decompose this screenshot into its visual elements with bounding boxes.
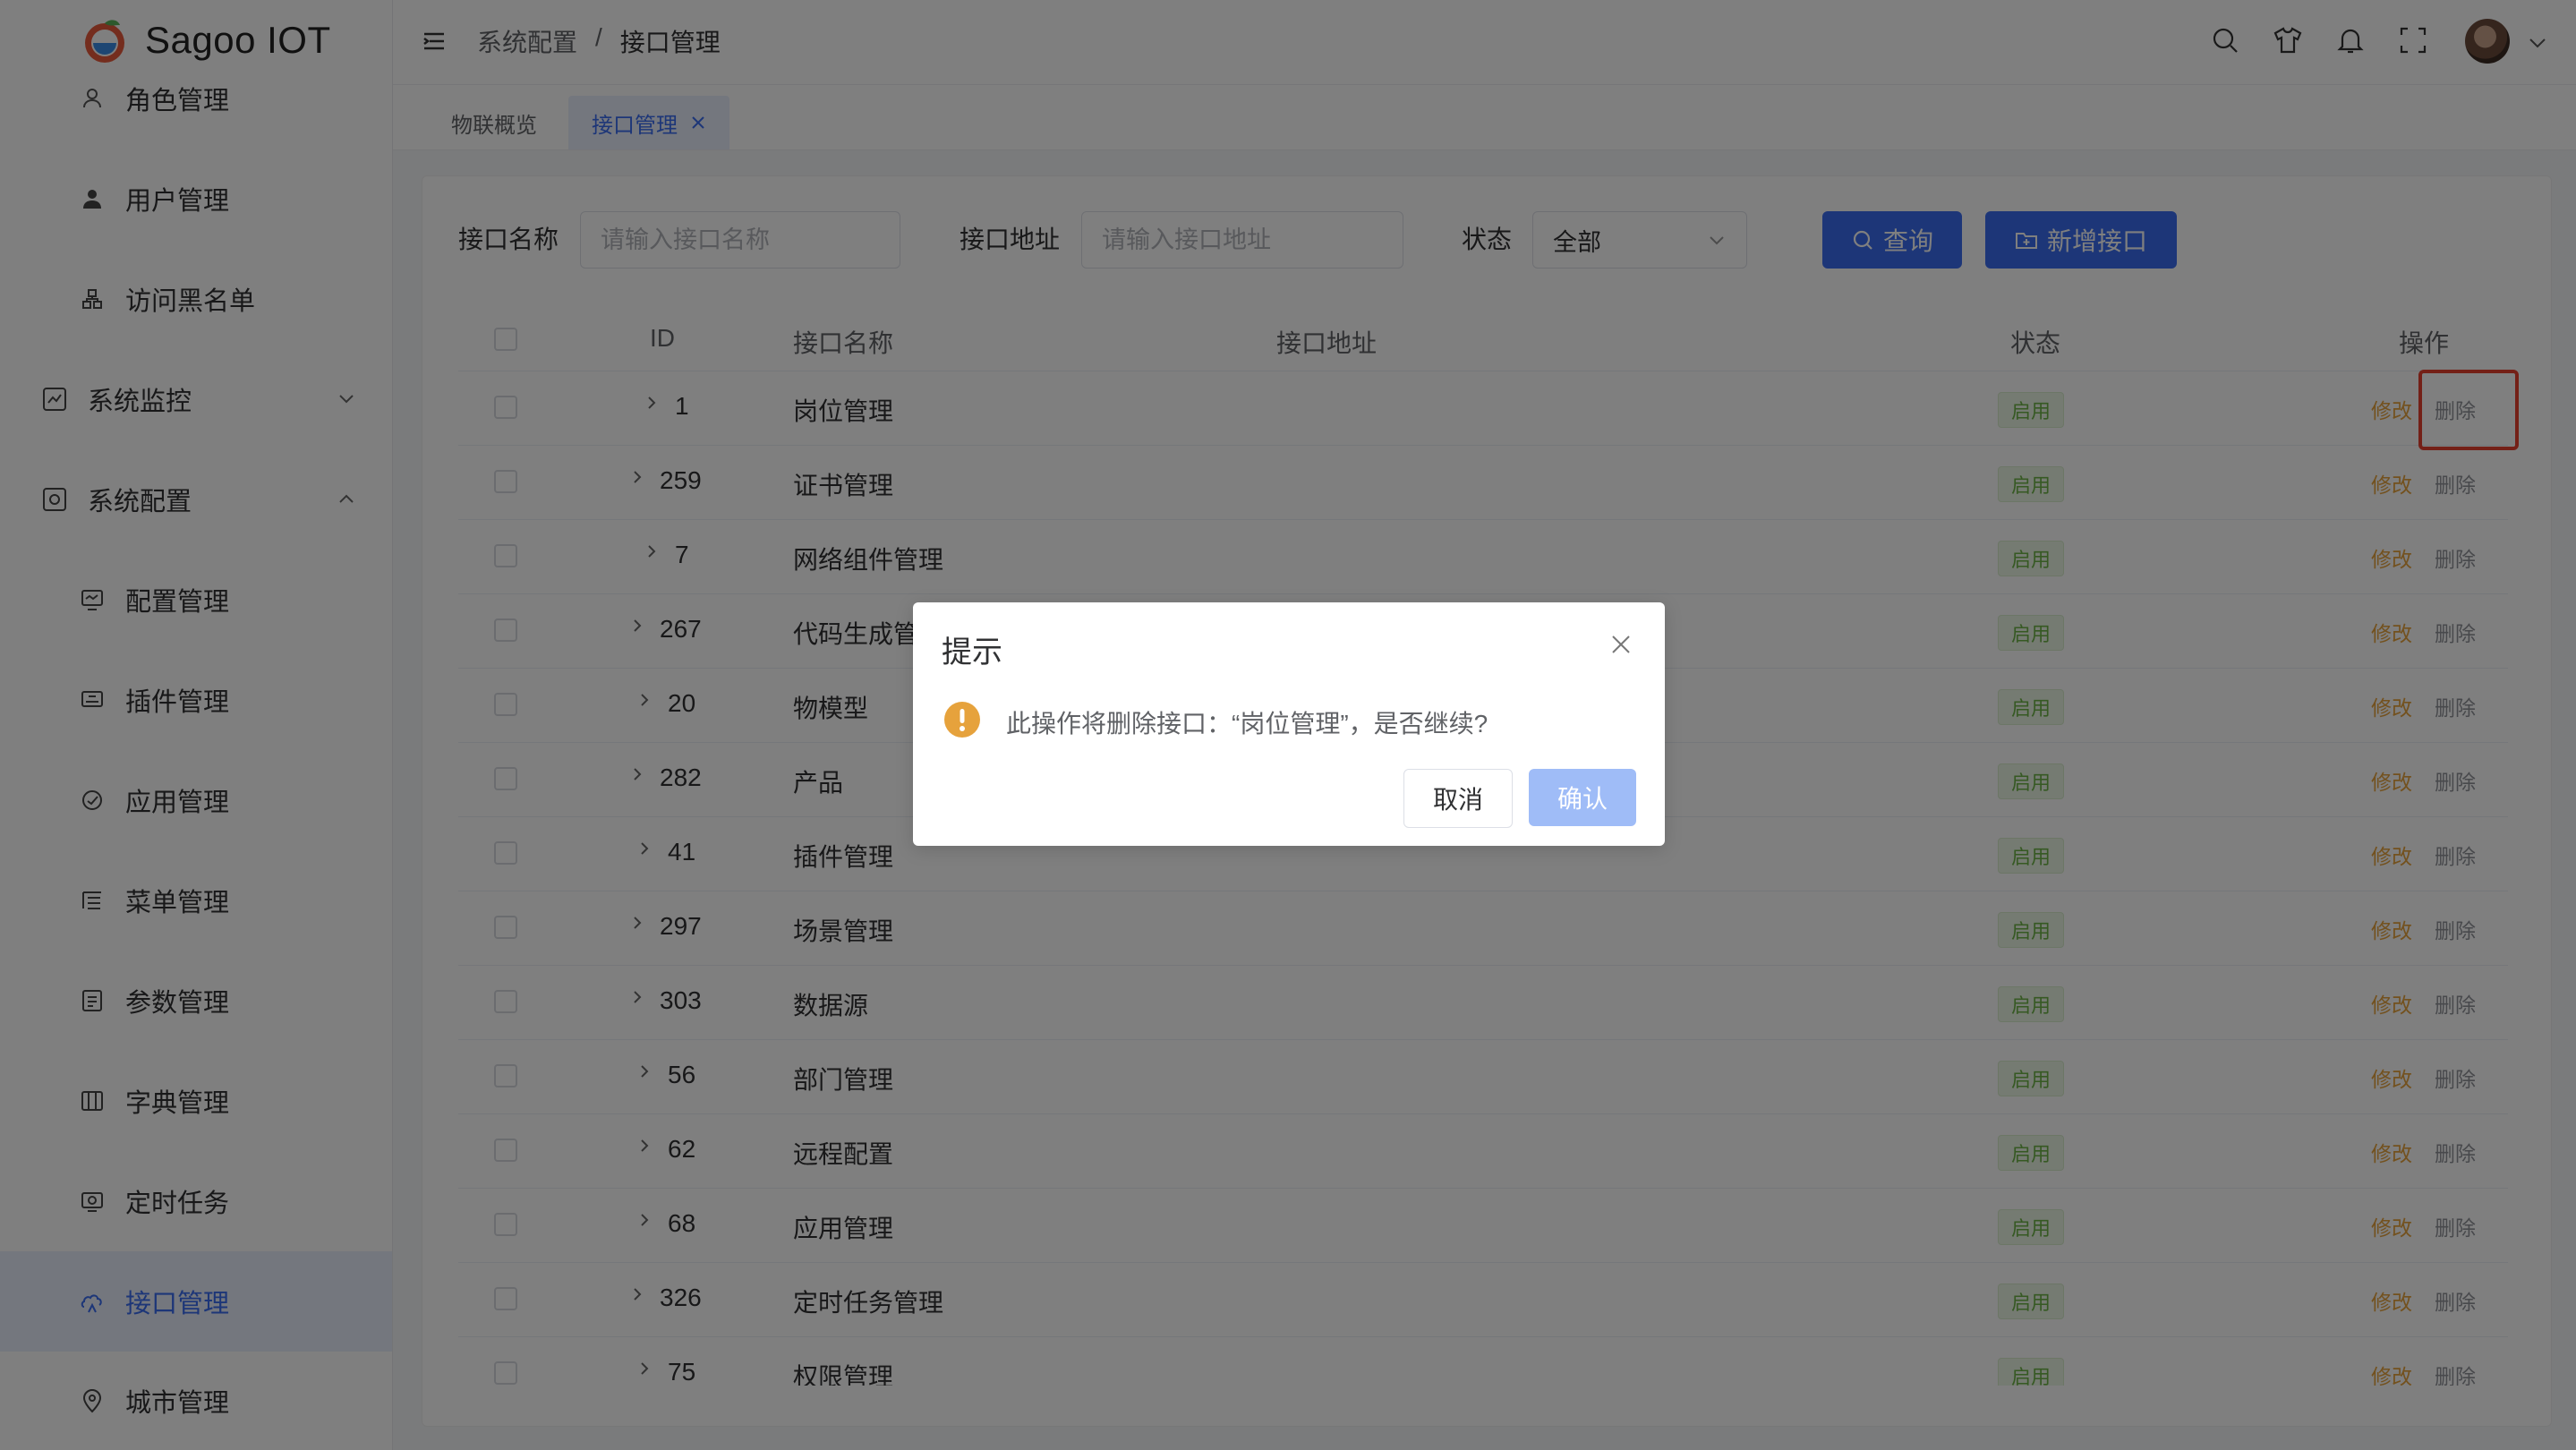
- close-icon[interactable]: [1609, 633, 1633, 656]
- dialog-title: 提示: [942, 635, 1002, 670]
- confirm-button[interactable]: 确认: [1529, 769, 1636, 826]
- cancel-button[interactable]: 取消: [1403, 769, 1513, 828]
- confirm-dialog: 提示 此操作将删除接口：“岗位管理”，是否继续? 取消 确认: [913, 602, 1665, 846]
- warning-icon: [944, 702, 980, 738]
- dialog-message: 此操作将删除接口：“岗位管理”，是否继续?: [1006, 710, 1488, 738]
